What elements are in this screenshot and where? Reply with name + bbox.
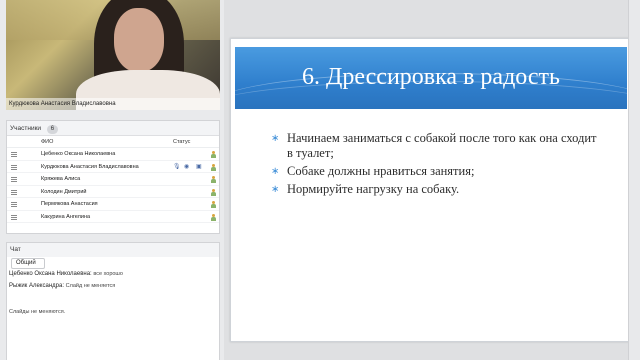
right-scrollbar[interactable] bbox=[628, 0, 640, 360]
microphone-icon[interactable]: 🎙 bbox=[173, 161, 181, 174]
user-icon bbox=[211, 176, 216, 183]
video-caption: Курдюкова Анастасия Владиславовна bbox=[6, 98, 220, 110]
participant-row[interactable]: Кряжева Алиса bbox=[7, 173, 219, 186]
slide-bullet-list: ∗ Начинаем заниматься с собакой после то… bbox=[269, 131, 599, 200]
slide-bullet: ∗ Собаке должны нравиться занятия; bbox=[269, 164, 599, 179]
chat-message-text: Слайд не меняется bbox=[65, 283, 116, 289]
bullet-star-icon: ∗ bbox=[271, 184, 280, 195]
user-icon bbox=[211, 188, 216, 196]
user-icon bbox=[211, 201, 216, 208]
participants-header[interactable]: Участники 6 bbox=[7, 121, 219, 136]
screen-share-icon[interactable]: ▣ bbox=[196, 161, 202, 174]
participants-count-badge: 6 bbox=[46, 125, 58, 134]
chat-message: Рыжик Александра: Слайд не меняется bbox=[9, 283, 115, 289]
chat-title: Чат bbox=[7, 243, 219, 257]
video-person-face bbox=[114, 8, 164, 72]
participant-name: Пермякова Анастасия bbox=[41, 201, 98, 207]
bullet-text: Собаке должны нравиться занятия; bbox=[287, 164, 475, 178]
participant-name: Кряжева Алиса bbox=[41, 176, 81, 182]
chat-message-text: все хорошо bbox=[93, 271, 123, 277]
column-status[interactable]: Статус bbox=[173, 136, 190, 148]
bullet-text: Нормируйте нагрузку на собаку. bbox=[287, 182, 460, 196]
menu-icon[interactable] bbox=[11, 202, 17, 207]
chat-message: Цебенко Оксана Николаевна: все хорошо bbox=[9, 271, 123, 277]
slide-title: 6. Дрессировка в радость bbox=[302, 64, 560, 90]
slide-bullet: ∗ Нормируйте нагрузку на собаку. bbox=[269, 182, 599, 197]
participant-name: Колодин Дмитрий bbox=[41, 188, 87, 195]
bullet-star-icon: ∗ bbox=[271, 133, 280, 144]
menu-icon[interactable] bbox=[11, 177, 17, 182]
participant-name: Какурина Ангелина bbox=[41, 213, 91, 220]
participant-row[interactable]: Пермякова Анастасия bbox=[7, 198, 219, 211]
chat-tab-general[interactable]: Общий bbox=[11, 258, 45, 269]
webcam-video[interactable]: Курдюкова Анастасия Владиславовна bbox=[6, 0, 220, 110]
user-icon bbox=[211, 213, 216, 221]
bullet-star-icon: ∗ bbox=[271, 166, 280, 177]
participants-panel: Участники 6 ФИО Статус Цебенко Оксана Ни… bbox=[6, 120, 220, 234]
participants-columns: ФИО Статус bbox=[7, 136, 219, 148]
left-panel: Курдюкова Анастасия Владиславовна Участн… bbox=[0, 0, 224, 360]
chat-message-author: Цебенко Оксана Николаевна: bbox=[9, 271, 92, 277]
chat-message: Слайды не меняются. bbox=[9, 309, 65, 315]
participant-row[interactable]: Какурина Ангелина bbox=[7, 211, 219, 223]
webcam-icon[interactable]: ◉ bbox=[184, 161, 189, 174]
participant-row[interactable]: Курдюкова Анастасия Владиславовна 🎙 ◉ ▣ bbox=[7, 161, 219, 174]
participant-row[interactable]: Цебенко Оксана Николаевна bbox=[7, 148, 219, 161]
user-icon bbox=[211, 163, 216, 171]
menu-icon[interactable] bbox=[11, 164, 17, 170]
menu-icon[interactable] bbox=[11, 189, 17, 195]
presentation-area: 6. Дрессировка в радость ∗ Начинаем зани… bbox=[224, 0, 640, 360]
participant-name: Цебенко Оксана Николаевна bbox=[41, 151, 116, 157]
user-icon bbox=[211, 151, 216, 158]
slide-title-banner: 6. Дрессировка в радость bbox=[231, 47, 629, 109]
column-name[interactable]: ФИО bbox=[41, 136, 53, 148]
menu-icon[interactable] bbox=[11, 152, 17, 157]
chat-message-text: Слайды не меняются. bbox=[9, 309, 66, 315]
menu-icon[interactable] bbox=[11, 214, 17, 220]
slide-bullet: ∗ Начинаем заниматься с собакой после то… bbox=[269, 131, 599, 161]
presentation-slide[interactable]: 6. Дрессировка в радость ∗ Начинаем зани… bbox=[230, 38, 630, 342]
participant-name: Курдюкова Анастасия Владиславовна bbox=[41, 163, 139, 170]
chat-panel: Чат Общий Цебенко Оксана Николаевна: все… bbox=[6, 242, 220, 360]
participants-title: Участники bbox=[10, 125, 42, 132]
chat-message-author: Рыжик Александра: bbox=[9, 283, 64, 289]
participant-row[interactable]: Колодин Дмитрий bbox=[7, 186, 219, 198]
bullet-text: Начинаем заниматься с собакой после того… bbox=[287, 131, 597, 160]
